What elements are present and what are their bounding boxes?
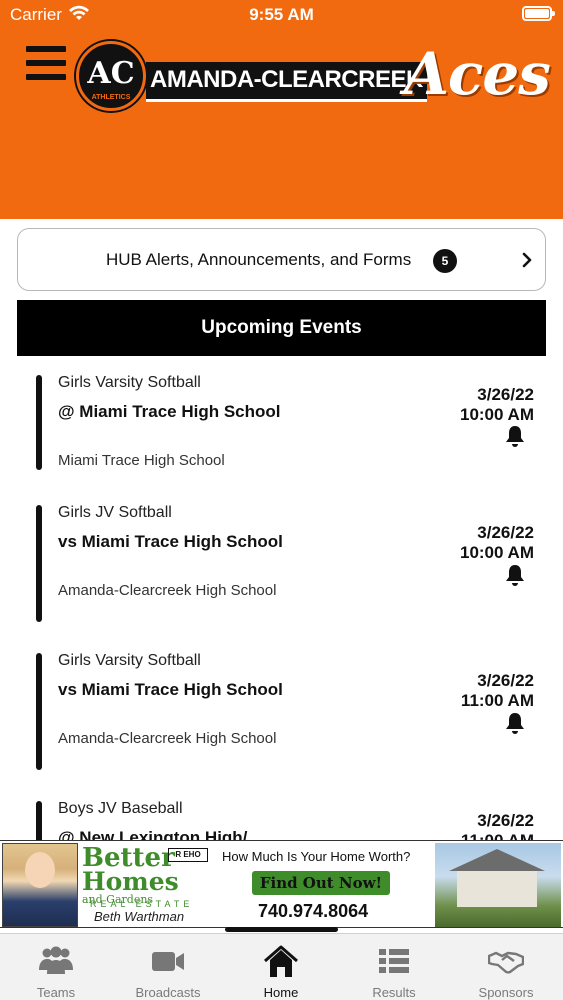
event-time: 11:00 AM	[461, 831, 534, 840]
status-time: 9:55 AM	[249, 5, 314, 24]
people-icon	[39, 946, 73, 974]
event-accent-bar	[36, 505, 42, 622]
event-team: Girls JV Softball	[58, 504, 172, 521]
event-date: 3/26/22	[477, 811, 534, 830]
bell-icon[interactable]	[503, 424, 527, 448]
event-accent-bar	[36, 653, 42, 770]
upcoming-events-heading: Upcoming Events	[17, 300, 546, 356]
house-photo	[435, 843, 561, 927]
event-item[interactable]: Girls Varsity Softball vs Miami Trace Hi…	[0, 644, 563, 784]
tab-label: Teams	[36, 985, 76, 1000]
event-location: Miami Trace High School	[58, 452, 225, 469]
event-team: Girls Varsity Softball	[58, 652, 201, 669]
list-icon	[379, 949, 409, 973]
handshake-icon	[488, 951, 524, 974]
event-item[interactable]: Boys JV Baseball @ New Lexington High/ 3…	[0, 792, 563, 840]
tab-home[interactable]: Home	[225, 934, 337, 1000]
tab-label: Results	[372, 985, 416, 1000]
alerts-count-badge: 5	[433, 249, 457, 273]
logo-badge-mark: AC	[87, 56, 135, 91]
menu-button[interactable]	[26, 46, 66, 82]
video-camera-icon	[152, 952, 184, 971]
event-team: Girls Varsity Softball	[58, 374, 201, 391]
event-date: 3/26/22	[477, 671, 534, 690]
ad-phone: 740.974.8064	[258, 901, 369, 921]
tab-bar: Teams Broadcasts Home Results Sponsors	[0, 933, 563, 1000]
tab-sponsors[interactable]: Sponsors	[450, 934, 562, 1000]
event-title: @ Miami Trace High School	[58, 402, 281, 421]
app-header: Carrier 9:55 AM AC ATHLETICS AMANDA-CLEA…	[0, 0, 563, 219]
battery-icon	[522, 6, 555, 21]
equal-housing-badge: R EHO	[168, 848, 208, 862]
event-accent-bar	[36, 801, 42, 840]
ad-agent-name: Beth Warthman	[94, 909, 185, 924]
bell-icon[interactable]	[503, 563, 527, 587]
event-accent-bar	[36, 375, 42, 470]
event-title: vs Miami Trace High School	[58, 532, 283, 551]
ad-real-estate: REAL ESTATE	[90, 899, 194, 909]
event-item[interactable]: Girls Varsity Softball @ Miami Trace Hig…	[0, 366, 563, 486]
ad-question: How Much Is Your Home Worth?	[222, 849, 411, 864]
tab-label: Home	[263, 985, 299, 1000]
agent-photo	[2, 843, 78, 927]
event-team: Boys JV Baseball	[58, 800, 183, 817]
event-item[interactable]: Girls JV Softball vs Miami Trace High Sc…	[0, 496, 563, 636]
tab-label: Broadcasts	[135, 985, 201, 1000]
home-icon	[264, 945, 298, 977]
chevron-right-icon	[522, 252, 532, 268]
event-title: vs Miami Trace High School	[58, 680, 283, 699]
event-date: 3/26/22	[477, 523, 534, 542]
home-indicator	[225, 927, 338, 932]
team-name-banner: AMANDA-CLEARCREEK	[146, 62, 427, 102]
tab-broadcasts[interactable]: Broadcasts	[112, 934, 224, 1000]
event-time: 11:00 AM	[460, 691, 534, 710]
team-logo-badge: AC ATHLETICS	[76, 41, 146, 111]
status-bar: Carrier 9:55 AM	[0, 0, 563, 30]
tab-teams[interactable]: Teams	[0, 934, 112, 1000]
ad-brand-line2: Homes	[82, 867, 179, 896]
event-date: 3/26/22	[477, 385, 534, 404]
team-script-logo: Aces	[404, 40, 551, 108]
event-title: @ New Lexington High/	[58, 828, 248, 840]
event-time: 10:00 AM	[459, 405, 534, 424]
tab-results[interactable]: Results	[338, 934, 450, 1000]
ad-cta-button[interactable]: Find Out Now!	[252, 871, 390, 895]
tab-label: Sponsors	[478, 985, 534, 1000]
hub-alerts-label: HUB Alerts, Announcements, and Forms	[106, 250, 412, 269]
bell-icon[interactable]	[503, 711, 527, 735]
logo-badge-sub: ATHLETICS	[91, 94, 131, 101]
hub-alerts-button[interactable]: HUB Alerts, Announcements, and Forms 5	[17, 228, 546, 291]
event-time: 10:00 AM	[459, 543, 534, 562]
sponsor-ad-banner[interactable]: Better Homes and Gardens R EHO REAL ESTA…	[0, 840, 563, 928]
event-location: Amanda-Clearcreek High School	[58, 730, 277, 747]
event-location: Amanda-Clearcreek High School	[58, 582, 277, 599]
